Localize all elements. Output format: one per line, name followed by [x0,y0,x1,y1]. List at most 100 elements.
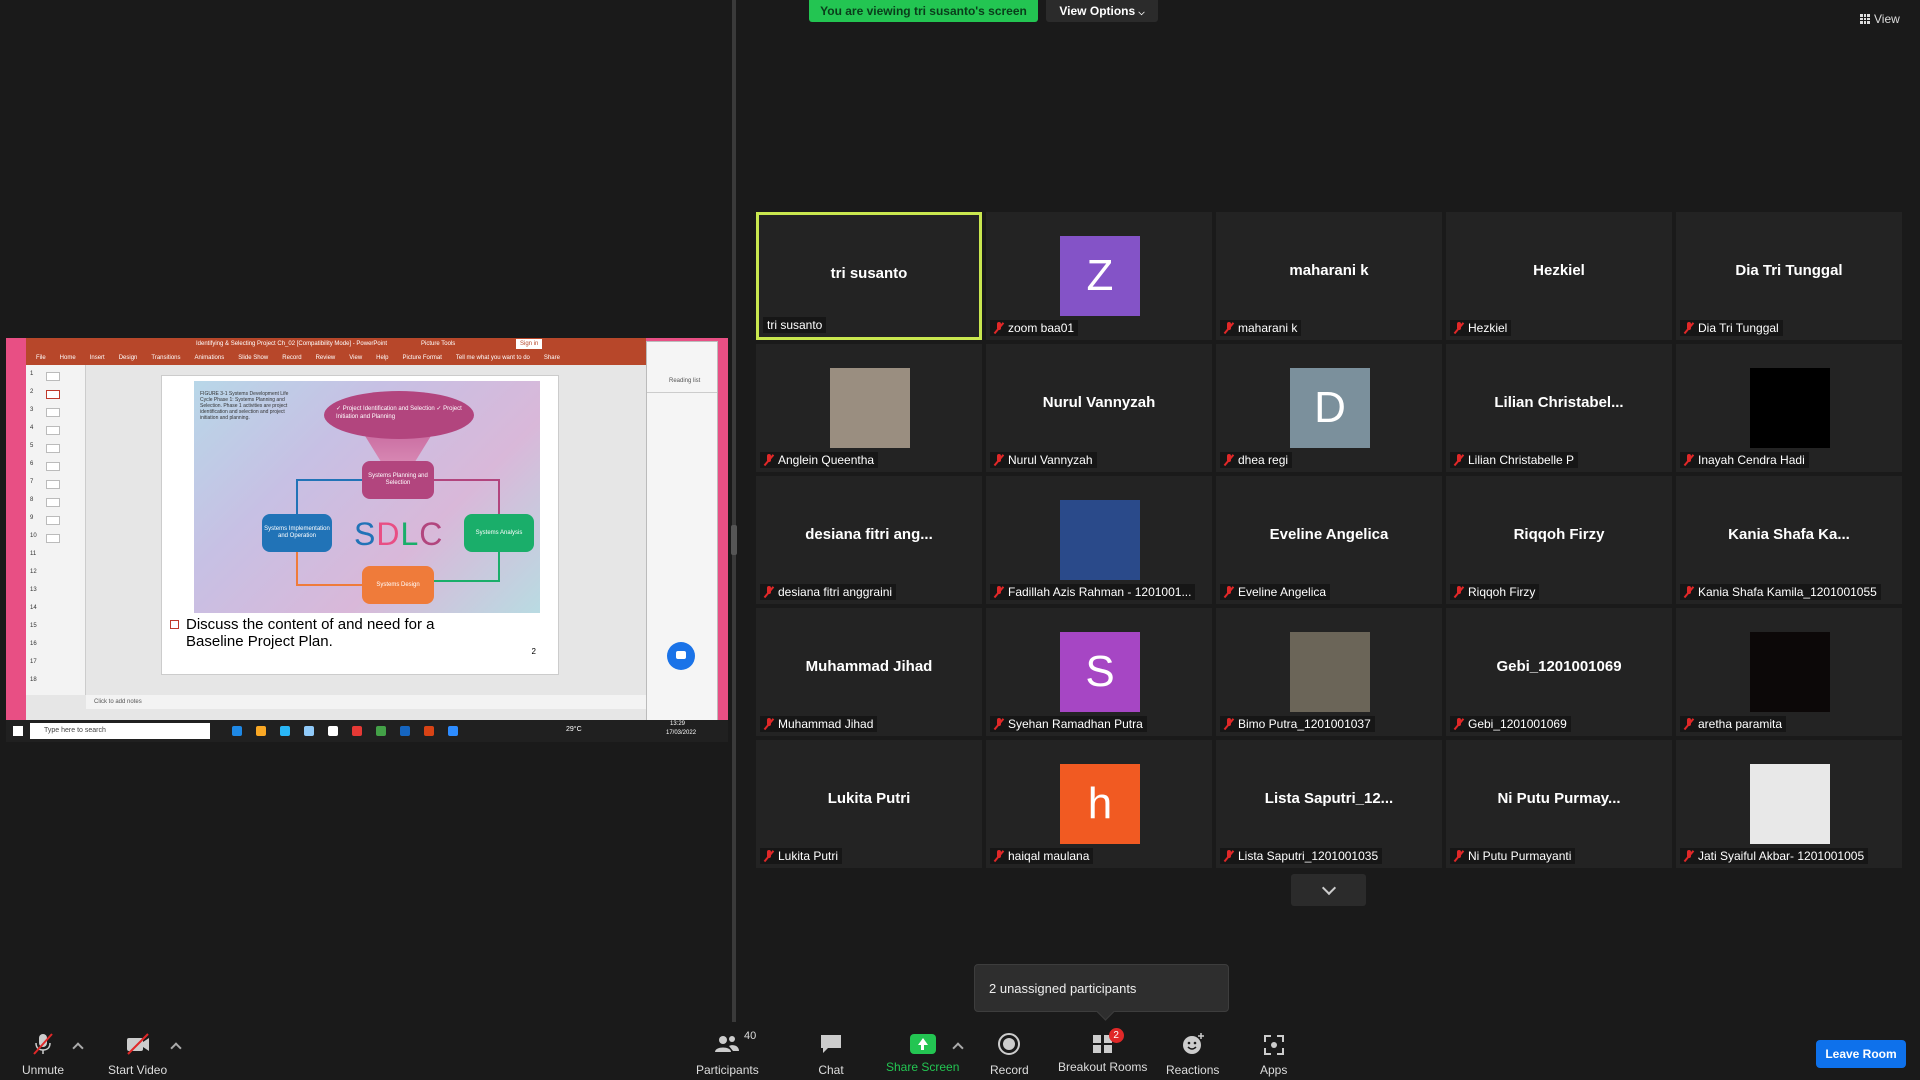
participant-tile[interactable]: Lilian Christabel... Lilian Christabelle … [1446,344,1672,472]
breakout-rooms-button[interactable]: 2 Breakout Rooms [1058,1028,1147,1074]
slide-thumbnail[interactable] [46,390,60,399]
participant-tile[interactable]: S Syehan Ramadhan Putra [986,608,1212,736]
mail-icon[interactable] [280,726,290,736]
taskbar-search[interactable]: Type here to search [30,723,210,739]
view-options-label: View Options [1059,4,1136,18]
chat-icon [821,1035,841,1053]
ribbon-tab[interactable]: Transitions [151,351,180,365]
slide-thumbnails-panel[interactable]: 1 2 3 4 5 6 7 8 9 10 11 12 13 14 15 16 1 [26,365,86,695]
participant-tile[interactable]: Eveline Angelica Eveline Angelica [1216,476,1442,604]
start-video-button[interactable]: Start Video [108,1032,167,1077]
ribbon-tab[interactable]: Review [316,351,336,365]
unassigned-participants-tooltip[interactable]: 2 unassigned participants [974,964,1229,1012]
folder-icon[interactable] [256,726,266,736]
ribbon-tab[interactable]: Picture Format [403,351,442,365]
participant-tile[interactable]: Kania Shafa Ka... Kania Shafa Kamila_1201… [1676,476,1902,604]
sign-in-button[interactable]: Sign in [516,339,543,349]
tell-me-box[interactable]: Tell me what you want to do [456,351,530,365]
windows-start-icon[interactable] [13,726,23,736]
slide-thumbnail[interactable] [46,408,60,417]
pane-divider-handle[interactable] [731,525,737,555]
participant-tile[interactable]: h haiqal maulana [986,740,1212,868]
slide-thumbnail[interactable] [46,426,60,435]
participant-tile[interactable]: Bimo Putra_1201001037 [1216,608,1442,736]
participant-tile[interactable]: desiana fitri ang... desiana fitri anggra… [756,476,982,604]
participant-tile[interactable]: Gebi_1201001069 Gebi_1201001069 [1446,608,1672,736]
gallery-next-page-button[interactable] [1291,874,1366,906]
participant-display-name: Kania Shafa Ka... [1728,526,1850,543]
participant-tile[interactable]: Fadillah Azis Rahman - 1201001... [986,476,1212,604]
ribbon-tab[interactable]: Home [60,351,76,365]
participant-tile[interactable]: Lista Saputri_12... Lista Saputri_1201001… [1216,740,1442,868]
slide-thumbnail[interactable] [46,480,60,489]
chat-bubble-icon[interactable] [667,642,695,670]
ribbon-tab[interactable]: Record [282,351,301,365]
slide-thumbnail[interactable] [46,444,60,453]
participants-button[interactable]: 40 Participants [696,1030,759,1077]
participant-tile[interactable]: Ni Putu Purmay... Ni Putu Purmayanti [1446,740,1672,868]
participant-display-name: Lukita Putri [827,790,911,807]
reading-list-label[interactable]: Reading list [669,378,700,384]
ribbon-tab[interactable]: View [349,351,362,365]
ribbon-tab[interactable]: Design [119,351,138,365]
participant-tile[interactable]: Lukita Putri Lukita Putri [756,740,982,868]
participant-tile[interactable]: Muhammad Jihad Muhammad Jihad [756,608,982,736]
view-label: View [1874,12,1900,26]
chevron-down-icon: ⌵ [1138,8,1145,17]
word-icon[interactable] [400,726,410,736]
powerpoint-icon[interactable] [424,726,434,736]
notes-pane[interactable]: Click to add notes [86,695,646,709]
microphone-muted-icon [994,454,1004,466]
participant-name-label: Bimo Putra_1201001037 [1220,716,1375,732]
slide-number: 7 [30,479,34,485]
participant-name: Lukita Putri [778,849,839,863]
participant-tile[interactable]: aretha paramita [1676,608,1902,736]
share-screen-button[interactable]: Share Screen [886,1034,959,1074]
view-button[interactable]: View [1860,12,1900,26]
slide-thumbnail[interactable] [46,498,60,507]
slide-thumbnail[interactable] [46,372,60,381]
slide-thumbnail[interactable] [46,462,60,471]
record-button[interactable]: Record [990,1032,1029,1077]
leave-room-button[interactable]: Leave Room [1816,1040,1906,1068]
slide-thumbnail[interactable] [46,516,60,525]
participant-tile[interactable]: Hezkiel Hezkiel [1446,212,1672,340]
ribbon-tab[interactable]: Slide Show [238,351,268,365]
ribbon-tab[interactable]: Animations [195,351,225,365]
chrome-icon[interactable] [376,726,386,736]
pane-divider[interactable] [732,0,736,1022]
participant-tile[interactable]: maharani k maharani k [1216,212,1442,340]
slide-thumbnail[interactable] [46,534,60,543]
unmute-button[interactable]: Unmute [22,1032,64,1077]
participant-tile[interactable]: Anglein Queentha [756,344,982,472]
participant-tile[interactable]: Nurul Vannyzah Nurul Vannyzah [986,344,1212,472]
participant-name-label: maharani k [1220,320,1302,336]
participant-tile[interactable]: Inayah Cendra Hadi [1676,344,1902,472]
participant-tile[interactable]: Ddhea regi [1216,344,1442,472]
app-icon[interactable] [328,726,338,736]
participant-tile[interactable]: Dia Tri Tunggal Dia Tri Tunggal [1676,212,1902,340]
slide-number: 1 [30,371,34,377]
participant-tile[interactable]: Riqqoh Firzy Riqqoh Firzy [1446,476,1672,604]
sdlc-diagram-image[interactable]: FIGURE 3-1 Systems Development Life Cycl… [194,381,540,613]
dropbox-icon[interactable] [304,726,314,736]
participant-tile[interactable]: Jati Syaiful Akbar- 1201001005 [1676,740,1902,868]
ribbon-tab[interactable]: Insert [90,351,105,365]
participant-name-label: Nurul Vannyzah [990,452,1097,468]
office-icon[interactable] [352,726,362,736]
reactions-button[interactable]: Reactions [1166,1032,1219,1077]
view-options-button[interactable]: View Options ⌵ [1046,0,1158,22]
apps-button[interactable]: Apps [1260,1032,1287,1077]
ribbon-tab[interactable]: File [36,351,46,365]
share-button[interactable]: Share [544,351,560,365]
current-slide[interactable]: FIGURE 3-1 Systems Development Life Cycl… [161,375,559,675]
ribbon-tab[interactable]: Help [376,351,388,365]
participant-tile[interactable]: Zzoom baa01 [986,212,1212,340]
zoom-icon[interactable] [448,726,458,736]
edge-icon[interactable] [232,726,242,736]
microphone-muted-icon [1684,322,1694,334]
participant-tile[interactable]: tri susanto tri susanto [756,212,982,340]
participant-name-label: Fadillah Azis Rahman - 1201001... [990,584,1196,600]
chat-button[interactable]: Chat [818,1032,844,1077]
avatar-photo [1750,368,1830,448]
